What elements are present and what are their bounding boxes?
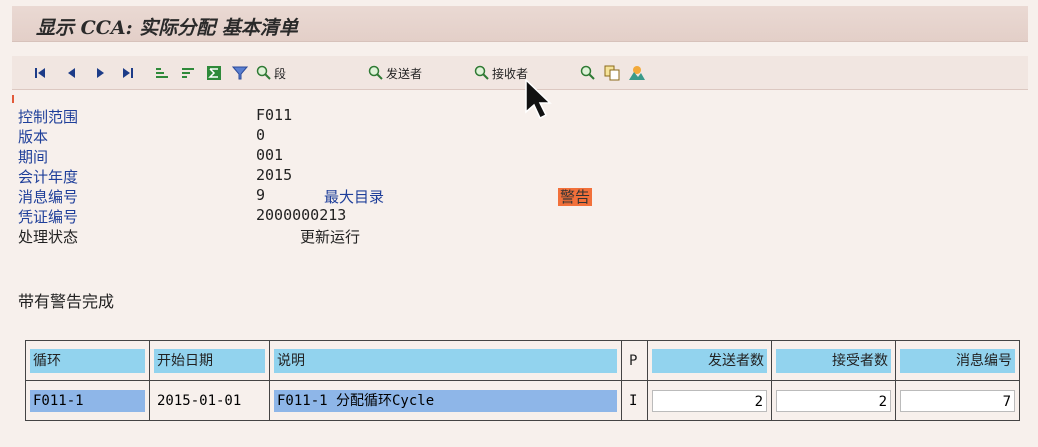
details-button[interactable] (580, 62, 596, 84)
cursor-marker (12, 95, 14, 103)
previous-page-button[interactable] (66, 62, 76, 84)
document-number-value: 2000000213 (256, 206, 347, 224)
message-number-label: 消息编号 (18, 188, 79, 206)
receiver-button[interactable]: 接收者 (474, 62, 528, 84)
status-message: 带有警告完成 (18, 292, 115, 311)
controlling-area-label: 控制范围 (18, 108, 79, 126)
version-label: 版本 (18, 128, 49, 146)
column-header-description[interactable]: 说明 (269, 340, 622, 381)
chart-button[interactable] (628, 62, 646, 84)
last-page-button[interactable] (122, 62, 134, 84)
cell-sender-count[interactable]: 2 (647, 380, 772, 421)
column-header-cycle[interactable]: 循环 (25, 340, 150, 381)
filter-button[interactable] (232, 62, 248, 84)
sort-descending-icon (182, 68, 194, 78)
sort-ascending-button[interactable] (154, 62, 170, 84)
cell-cycle[interactable]: F011-1 (25, 380, 150, 421)
next-page-icon (97, 68, 104, 78)
column-header-sender-count[interactable]: 发送者数 (647, 340, 772, 381)
column-header-receiver-count[interactable]: 接受者数 (771, 340, 896, 381)
magnifier-icon (368, 65, 384, 81)
copy-button[interactable] (604, 62, 620, 84)
first-page-icon (35, 68, 45, 78)
receiver-label: 接收者 (492, 66, 529, 81)
message-number-value: 9 (256, 186, 266, 204)
max-directory-link[interactable]: 最大目录 (324, 188, 384, 206)
window-title: 显示 CCA: 实际分配 基本清单 (36, 17, 298, 39)
segment-button[interactable]: 段 (256, 62, 286, 84)
copy-icon (604, 65, 620, 81)
sigma-icon (207, 66, 221, 80)
sort-descending-button[interactable] (180, 62, 196, 84)
segment-label: 段 (274, 66, 287, 81)
table-row[interactable]: F011-1 2015-01-01 F011-1 分配循环Cycle I 2 2… (25, 380, 1020, 421)
toolbar: 段 发送者 接收者 (12, 56, 1028, 90)
title-bar: 显示 CCA: 实际分配 基本清单 (12, 6, 1028, 42)
fiscal-year-value: 2015 (256, 166, 293, 184)
controlling-area-value: F011 (256, 106, 293, 124)
landscape-chart-icon (629, 66, 645, 80)
period-value: 001 (256, 146, 284, 164)
processing-status-value: 更新运行 (300, 228, 361, 246)
magnifier-icon (474, 65, 490, 81)
document-number-label: 凭证编号 (18, 208, 79, 226)
total-button[interactable] (206, 62, 222, 84)
magnifier-icon (256, 65, 272, 81)
period-label: 期间 (18, 148, 49, 166)
first-page-button[interactable] (34, 62, 46, 84)
filter-icon (232, 66, 248, 80)
column-header-p[interactable]: P (621, 340, 648, 381)
cell-message-number[interactable]: 7 (895, 380, 1020, 421)
cell-start-date[interactable]: 2015-01-01 (149, 380, 270, 421)
cell-receiver-count[interactable]: 2 (771, 380, 896, 421)
previous-page-icon (68, 68, 75, 78)
cell-p[interactable]: I (621, 380, 648, 421)
next-page-button[interactable] (96, 62, 106, 84)
last-page-icon (123, 68, 133, 78)
sender-button[interactable]: 发送者 (368, 62, 422, 84)
magnifier-icon (580, 65, 596, 81)
column-header-message-number[interactable]: 消息编号 (895, 340, 1020, 381)
cycle-table: 循环 开始日期 说明 P 发送者数 接受者数 消息编号 F011-1 2015-… (25, 340, 1020, 421)
version-value: 0 (256, 126, 266, 144)
processing-status-label: 处理状态 (18, 228, 79, 246)
cell-description[interactable]: F011-1 分配循环Cycle (269, 380, 622, 421)
column-header-start-date[interactable]: 开始日期 (149, 340, 270, 381)
fiscal-year-label: 会计年度 (18, 168, 79, 186)
warning-badge: 警告 (558, 188, 593, 206)
sender-label: 发送者 (386, 66, 423, 81)
table-header-row: 循环 开始日期 说明 P 发送者数 接受者数 消息编号 (25, 340, 1020, 381)
mouse-pointer-icon (525, 78, 552, 120)
sort-ascending-icon (156, 68, 168, 78)
